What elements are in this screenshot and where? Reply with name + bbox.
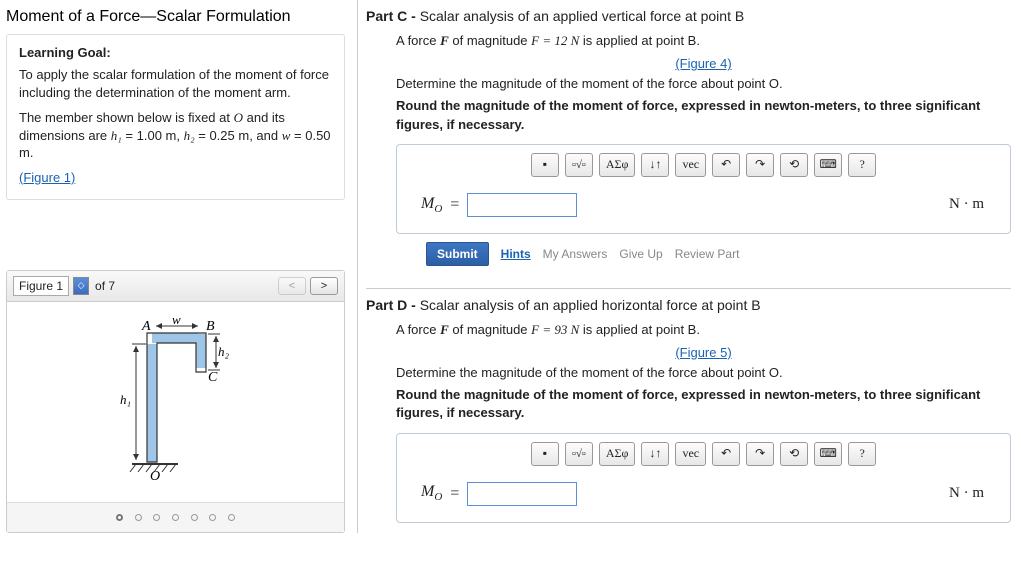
fraction-sqrt-icon[interactable]: ▫√▫	[565, 442, 593, 466]
learning-goal-box: Learning Goal: To apply the scalar formu…	[6, 34, 345, 200]
figure-count: of 7	[95, 279, 115, 293]
reset-icon[interactable]: ⟲	[780, 442, 808, 466]
learning-goal-p2: The member shown below is fixed at O and…	[19, 109, 332, 162]
give-up-link[interactable]: Give Up	[619, 247, 662, 261]
fig-label-o: O	[150, 469, 160, 484]
help-icon[interactable]: ?	[848, 442, 876, 466]
vec-button[interactable]: vec	[675, 442, 706, 466]
fig-label-h2: h₂	[218, 344, 230, 359]
template-icon[interactable]: ▪	[531, 153, 559, 177]
greek-icon[interactable]: ΑΣφ	[599, 442, 636, 466]
mo-symbol: MO	[421, 483, 442, 503]
fig-label-a: A	[141, 319, 151, 334]
figure-dot-2[interactable]	[135, 514, 142, 521]
redo-icon[interactable]: ↷	[746, 153, 774, 177]
undo-icon[interactable]: ↶	[712, 153, 740, 177]
hints-link[interactable]: Hints	[501, 247, 531, 261]
fraction-sqrt-icon[interactable]: ▫√▫	[565, 153, 593, 177]
part-c-answer-line: MO = N · m	[397, 185, 1010, 233]
review-part-link[interactable]: Review Part	[675, 247, 740, 261]
part-c-force-line: A force F of magnitude F = 12 N is appli…	[396, 32, 1011, 50]
figure-4-link[interactable]: (Figure 4)	[675, 56, 731, 71]
part-c-toolbar: ▪ ▫√▫ ΑΣφ ↓↑ vec ↶ ↷ ⟲ ⌨ ?	[397, 145, 1010, 185]
part-d-task: Determine the magnitude of the moment of…	[396, 364, 1011, 382]
fig-label-h1: h₁	[120, 392, 131, 407]
part-d-force-line: A force F of magnitude F = 93 N is appli…	[396, 321, 1011, 339]
part-d-title: Part D - Scalar analysis of an applied h…	[366, 297, 1011, 313]
submit-button[interactable]: Submit	[426, 242, 489, 266]
part-c-round: Round the magnitude of the moment of for…	[396, 97, 1011, 133]
part-c: Part C - Scalar analysis of an applied v…	[366, 8, 1011, 280]
learning-goal-heading: Learning Goal:	[19, 45, 332, 60]
fig-label-b: B	[206, 319, 215, 334]
figure-dot-1[interactable]	[116, 514, 123, 521]
part-c-unit: N · m	[949, 196, 984, 213]
redo-icon[interactable]: ↷	[746, 442, 774, 466]
figure-header: Figure 1 ◇ of 7 < >	[7, 271, 344, 302]
fig-label-w: w	[172, 312, 181, 327]
reset-icon[interactable]: ⟲	[780, 153, 808, 177]
updown-arrows-icon[interactable]: ↓↑	[641, 153, 669, 177]
figure-prev-button[interactable]: <	[278, 277, 306, 295]
figure-selector-label[interactable]: Figure 1	[13, 276, 69, 296]
part-d-toolbar: ▪ ▫√▫ ΑΣφ ↓↑ vec ↶ ↷ ⟲ ⌨ ?	[397, 434, 1010, 474]
part-c-actions: Submit Hints My Answers Give Up Review P…	[396, 238, 1011, 280]
figure-dot-5[interactable]	[191, 514, 198, 521]
undo-icon[interactable]: ↶	[712, 442, 740, 466]
keyboard-icon[interactable]: ⌨	[814, 153, 842, 177]
part-d-answer-input[interactable]	[467, 482, 577, 506]
figure-dots	[7, 502, 344, 532]
figure-5-link[interactable]: (Figure 5)	[675, 345, 731, 360]
part-c-task: Determine the magnitude of the moment of…	[396, 75, 1011, 93]
figure-dot-6[interactable]	[209, 514, 216, 521]
learning-goal-p1: To apply the scalar formulation of the m…	[19, 66, 332, 101]
figure-1-link[interactable]: (Figure 1)	[19, 170, 75, 185]
part-d-round: Round the magnitude of the moment of for…	[396, 386, 1011, 422]
figure-dot-7[interactable]	[228, 514, 235, 521]
figure-selector-dropdown[interactable]: ◇	[73, 277, 89, 295]
my-answers-link[interactable]: My Answers	[543, 247, 608, 261]
fig-label-c: C	[208, 370, 218, 385]
help-icon[interactable]: ?	[848, 153, 876, 177]
figure-dot-3[interactable]	[153, 514, 160, 521]
template-icon[interactable]: ▪	[531, 442, 559, 466]
mo-symbol: MO	[421, 195, 442, 215]
keyboard-icon[interactable]: ⌨	[814, 442, 842, 466]
part-d-answer-box: ▪ ▫√▫ ΑΣφ ↓↑ vec ↶ ↷ ⟲ ⌨ ? MO =	[396, 433, 1011, 523]
topic-title: Moment of a Force—Scalar Formulation	[6, 8, 345, 26]
figure-next-button[interactable]: >	[310, 277, 338, 295]
part-d: Part D - Scalar analysis of an applied h…	[366, 297, 1011, 523]
part-c-answer-input[interactable]	[467, 193, 577, 217]
updown-arrows-icon[interactable]: ↓↑	[641, 442, 669, 466]
vec-button[interactable]: vec	[675, 153, 706, 177]
part-c-answer-box: ▪ ▫√▫ ΑΣφ ↓↑ vec ↶ ↷ ⟲ ⌨ ? MO =	[396, 144, 1011, 234]
divider	[366, 288, 1011, 289]
part-c-title: Part C - Scalar analysis of an applied v…	[366, 8, 1011, 24]
figure-image: A B C O w h₁ h₂	[7, 302, 344, 502]
part-d-unit: N · m	[949, 485, 984, 502]
figure-panel: Figure 1 ◇ of 7 < >	[6, 270, 345, 533]
part-d-answer-line: MO = N · m	[397, 474, 1010, 522]
greek-icon[interactable]: ΑΣφ	[599, 153, 636, 177]
figure-dot-4[interactable]	[172, 514, 179, 521]
